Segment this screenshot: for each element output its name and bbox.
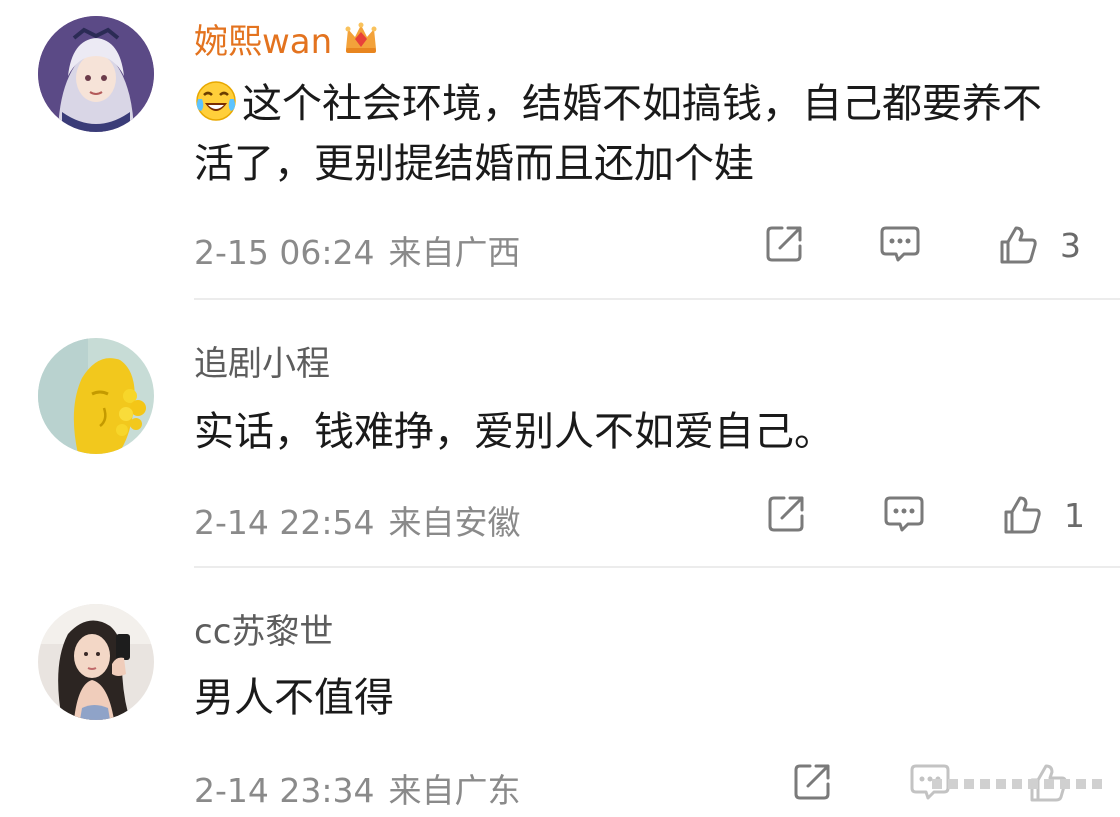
vip-crown-icon bbox=[342, 19, 380, 57]
laughing-tears-emoji-icon bbox=[194, 79, 238, 123]
comment-actions: 3 bbox=[740, 222, 1100, 272]
share-icon[interactable] bbox=[764, 492, 808, 536]
comment-actions: 1 bbox=[740, 492, 1100, 542]
username-text[interactable]: 婉熙wan bbox=[194, 22, 332, 62]
share-icon[interactable] bbox=[790, 760, 834, 804]
username[interactable]: 婉熙wan bbox=[194, 14, 380, 63]
watermark-icon bbox=[902, 757, 1112, 811]
comment-text: 男人不值得 bbox=[194, 668, 1074, 728]
comment-location: 来自广东 bbox=[388, 771, 521, 810]
comment-icon[interactable] bbox=[878, 222, 922, 266]
comment-text-body: 男人不值得 bbox=[194, 675, 394, 721]
comment-text: 这个社会环境，结婚不如搞钱，自己都要养不活了，更别提结婚而且还加个娃 bbox=[194, 74, 1074, 194]
share-icon[interactable] bbox=[762, 222, 806, 266]
avatar-image bbox=[38, 604, 154, 720]
comment-item: 婉熙wan 这个社会环境，结婚不如搞钱，自己都要养不活了，更别提结婚而且还加个娃… bbox=[0, 0, 1120, 300]
comment-location: 来自安徽 bbox=[388, 503, 521, 542]
like-count: 3 bbox=[1060, 226, 1081, 265]
comment-date: 2-14 23:34 bbox=[194, 771, 375, 810]
comment-date: 2-15 06:24 bbox=[194, 233, 375, 272]
comment-text-body: 实话，钱难挣，爱别人不如爱自己。 bbox=[194, 409, 834, 455]
comment-icon[interactable] bbox=[882, 492, 926, 536]
comment-meta: 2-14 22:54 来自安徽 bbox=[194, 496, 535, 544]
comment-meta: 2-15 06:24 来自广西 bbox=[194, 226, 535, 274]
avatar-image bbox=[38, 338, 154, 454]
comment-item: 追剧小程 实话，钱难挣，爱别人不如爱自己。 2-14 22:54 来自安徽 1 bbox=[0, 300, 1120, 568]
avatar[interactable] bbox=[38, 338, 154, 454]
comment-meta: 2-14 23:34 来自广东 bbox=[194, 764, 535, 812]
avatar[interactable] bbox=[38, 16, 154, 132]
comment-text-body: 这个社会环境，结婚不如搞钱，自己都要养不活了，更别提结婚而且还加个娃 bbox=[194, 81, 1042, 187]
comment-location: 来自广西 bbox=[388, 233, 521, 272]
username[interactable]: cc苏黎世 bbox=[194, 604, 333, 653]
thumbs-up-icon[interactable] bbox=[1000, 492, 1044, 536]
comment-date: 2-14 22:54 bbox=[194, 503, 375, 542]
like-count: 1 bbox=[1064, 496, 1085, 535]
comment-text: 实话，钱难挣，爱别人不如爱自己。 bbox=[194, 402, 1074, 462]
avatar[interactable] bbox=[38, 604, 154, 720]
avatar-image bbox=[38, 16, 154, 132]
username[interactable]: 追剧小程 bbox=[194, 336, 330, 385]
thumbs-up-icon[interactable] bbox=[996, 222, 1040, 266]
